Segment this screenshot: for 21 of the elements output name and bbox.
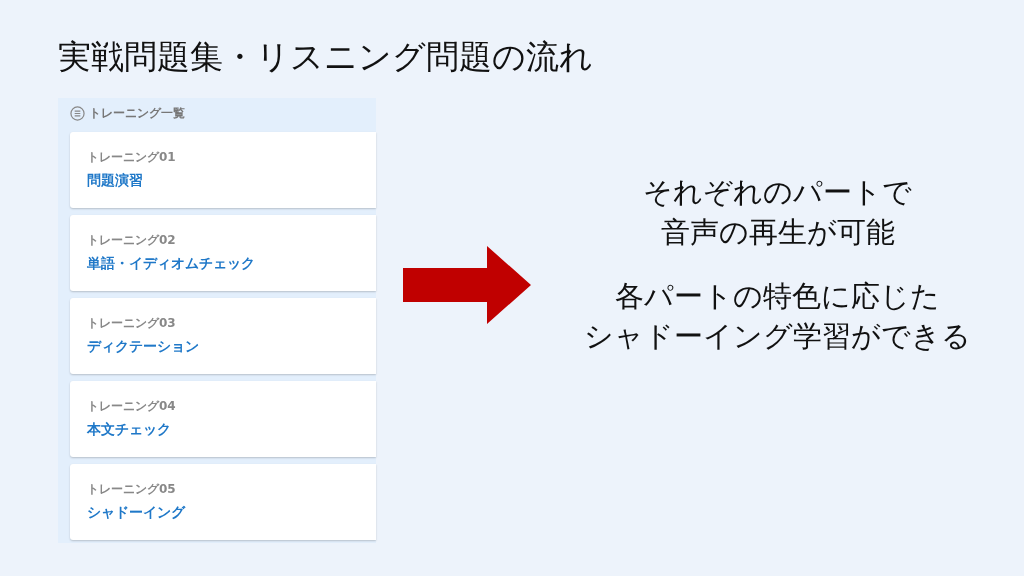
training-name: 問題演習 [87, 170, 143, 190]
training-name: 本文チェック [87, 419, 171, 439]
training-number: トレーニング01 [87, 149, 176, 164]
training-number: トレーニング02 [87, 232, 176, 247]
training-name: シャドーイング [87, 502, 185, 522]
list-icon [70, 105, 85, 121]
slide-title: 実戦問題集・リスニング問題の流れ [58, 36, 593, 78]
right-arrow-icon [403, 246, 531, 324]
training-number: トレーニング03 [87, 315, 176, 330]
training-number: トレーニング04 [87, 398, 176, 413]
training-name: 単語・イディオムチェック [87, 253, 255, 273]
training-card[interactable]: トレーニング05 シャドーイング [70, 464, 376, 540]
training-card[interactable]: トレーニング04 本文チェック [70, 381, 376, 457]
panel-header: トレーニング一覧 [89, 105, 185, 122]
training-number: トレーニング05 [87, 481, 176, 496]
training-card[interactable]: トレーニング01 問題演習 [70, 132, 376, 208]
description-text: それぞれのパートで 音声の再生が可能 [643, 174, 912, 251]
description-text: 各パートの特色に応じた シャドーイング学習ができる [584, 278, 971, 355]
training-card[interactable]: トレーニング02 単語・イディオムチェック [70, 215, 376, 291]
training-name: ディクテーション [87, 336, 199, 356]
training-card[interactable]: トレーニング03 ディクテーション [70, 298, 376, 374]
